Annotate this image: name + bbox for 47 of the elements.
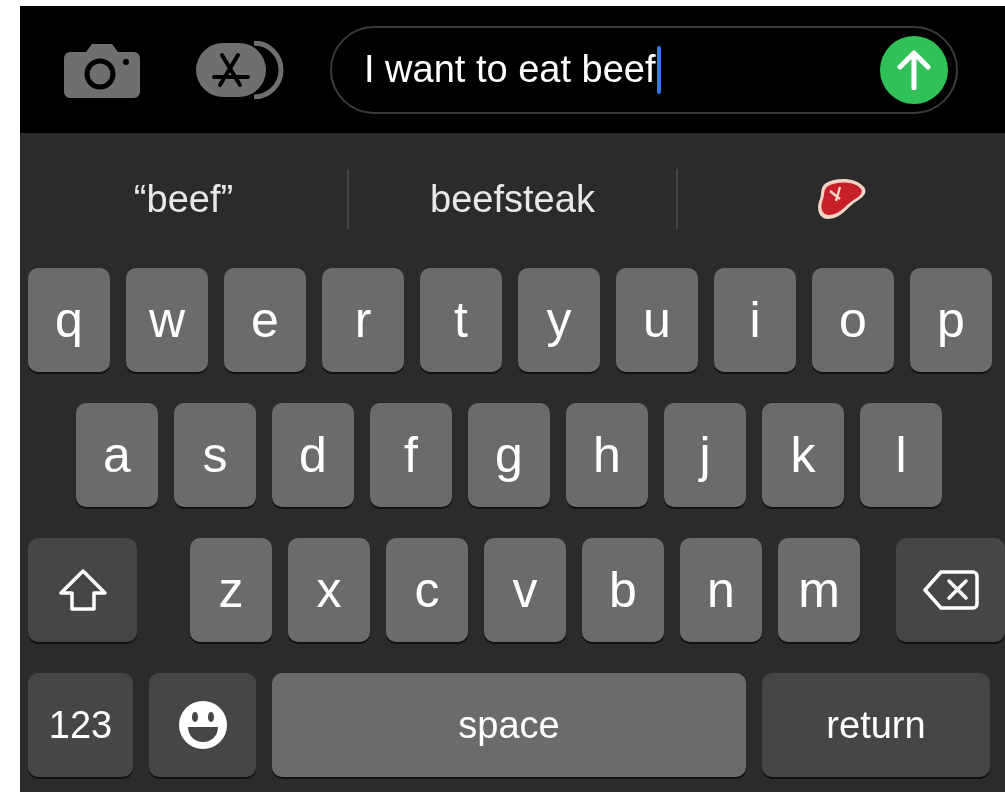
key[interactable]: q (28, 268, 110, 372)
shift-key[interactable] (28, 538, 137, 642)
camera-icon (64, 41, 140, 98)
suggestion[interactable]: beefsteak (430, 177, 595, 221)
shift-icon (57, 568, 108, 612)
arrow-up-icon (897, 49, 931, 90)
return-key[interactable]: return (762, 673, 990, 777)
key[interactable]: x (288, 538, 370, 642)
key[interactable]: o (812, 268, 894, 372)
key[interactable]: s (174, 403, 256, 507)
key[interactable]: e (224, 268, 306, 372)
key[interactable]: t (420, 268, 502, 372)
key[interactable]: p (910, 268, 992, 372)
key[interactable]: c (386, 538, 468, 642)
key[interactable]: u (616, 268, 698, 372)
key[interactable]: j (664, 403, 746, 507)
steak-icon (815, 177, 868, 221)
key[interactable]: b (582, 538, 664, 642)
key[interactable]: n (680, 538, 762, 642)
numbers-key[interactable]: 123 (28, 673, 133, 777)
key[interactable]: h (566, 403, 648, 507)
emoji-suggestion[interactable] (815, 177, 868, 221)
key[interactable]: i (714, 268, 796, 372)
send-button[interactable] (880, 35, 948, 104)
key[interactable]: f (370, 403, 452, 507)
camera-button[interactable] (64, 41, 140, 98)
key[interactable]: v (484, 538, 566, 642)
key[interactable]: a (76, 403, 158, 507)
emoji-icon (177, 700, 228, 750)
message-field[interactable]: I want to eat beef (330, 25, 958, 114)
key[interactable]: z (190, 538, 272, 642)
emoji-key[interactable] (149, 673, 256, 777)
key[interactable]: y (518, 268, 600, 372)
space-key[interactable]: space (272, 673, 746, 777)
backspace-icon (922, 569, 979, 611)
key[interactable]: g (468, 403, 550, 507)
key[interactable]: w (126, 268, 208, 372)
delete-key[interactable] (896, 538, 1005, 642)
key[interactable]: k (762, 403, 844, 507)
app-store-button[interactable] (194, 40, 286, 99)
suggestion[interactable]: “beef” (133, 177, 234, 221)
text-caret (656, 45, 661, 94)
key[interactable]: r (322, 268, 404, 372)
key[interactable]: m (778, 538, 860, 642)
app-store-icon (194, 40, 286, 99)
key[interactable]: d (272, 403, 354, 507)
key[interactable]: l (860, 403, 942, 507)
